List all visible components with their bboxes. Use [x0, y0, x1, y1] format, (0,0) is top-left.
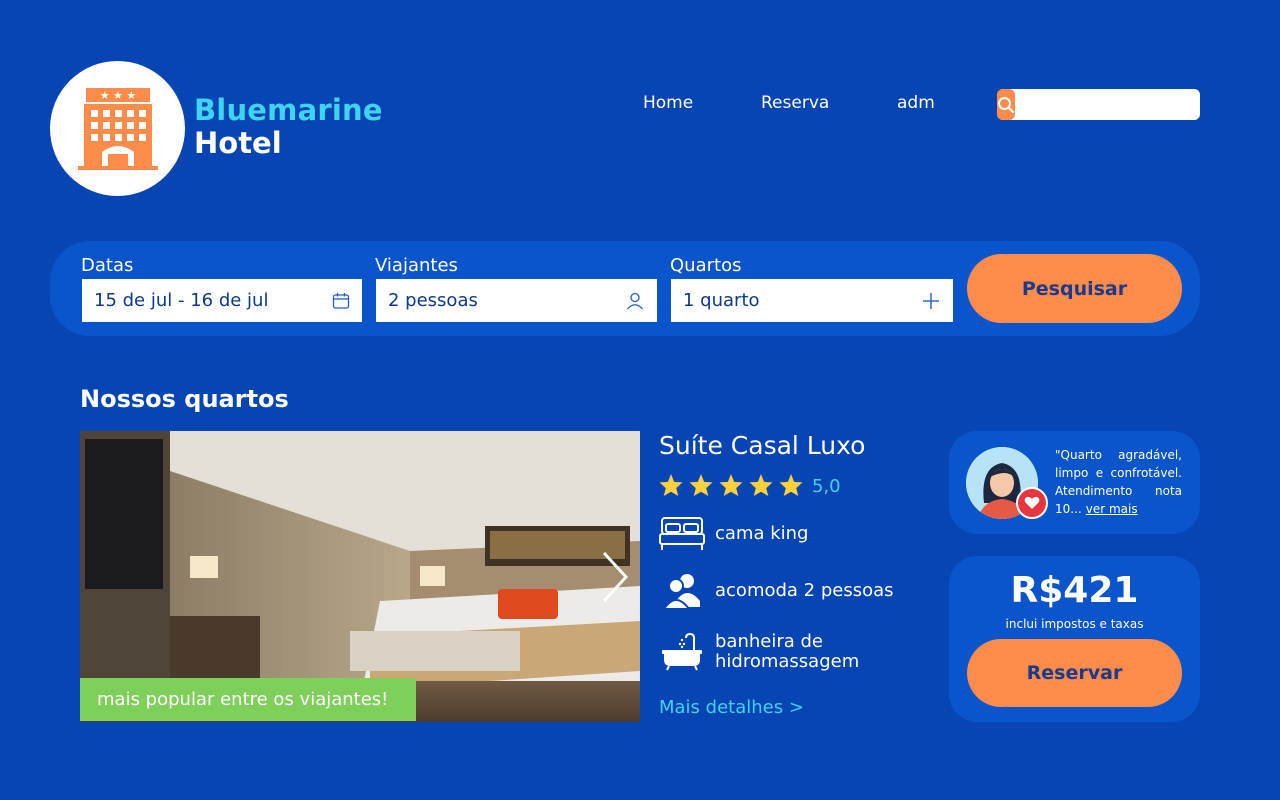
section-title: Nossos quartos [80, 385, 289, 413]
amenity-bathtub: banheira de hidromassagem [658, 632, 905, 672]
star-icon [689, 474, 713, 496]
more-details-link[interactable]: Mais detalhes > [659, 697, 804, 718]
dates-label: Datas [81, 255, 134, 276]
nav-adm[interactable]: adm [897, 93, 935, 113]
logo[interactable]: ★ ★ ★ [50, 61, 185, 196]
brand-line2: Hotel [194, 126, 282, 160]
heart-icon [1016, 487, 1048, 519]
nav-home[interactable]: Home [643, 93, 693, 113]
amenity-people-label: acomoda 2 pessoas [715, 580, 894, 601]
bed-icon [659, 517, 705, 550]
nav-reserva[interactable]: Reserva [761, 93, 829, 113]
svg-text:★ ★ ★: ★ ★ ★ [99, 89, 136, 102]
review-text: "Quarto agradável, limpo e confrotável. … [1055, 446, 1182, 518]
search-submit-button[interactable]: Pesquisar [967, 254, 1182, 323]
star-icon [659, 474, 683, 496]
search-icon [998, 96, 1015, 113]
price-value: R$421 [1010, 570, 1139, 611]
search-input[interactable] [1015, 89, 1200, 120]
brand-line1: Bluemarine [194, 93, 383, 127]
brand-name: Bluemarine Hotel [194, 94, 383, 160]
rating-value: 5,0 [812, 476, 841, 497]
dates-field[interactable]: 15 de jul - 16 de jul [82, 279, 362, 322]
plus-icon[interactable] [921, 291, 941, 311]
price-note: inclui impostos e taxas [1005, 617, 1144, 631]
bathtub-icon [662, 632, 702, 671]
travelers-value: 2 pessoas [388, 290, 478, 311]
reserve-button[interactable]: Reservar [967, 639, 1182, 707]
dates-value: 15 de jul - 16 de jul [94, 290, 269, 311]
amenity-people: acomoda 2 pessoas [658, 571, 894, 611]
calendar-icon [332, 292, 350, 309]
star-icon [749, 474, 773, 496]
amenity-bathtub-label: banheira de hidromassagem [715, 631, 860, 672]
star-icon [719, 474, 743, 496]
search-button[interactable] [997, 89, 1015, 120]
popular-badge: mais popular entre os viajantes! [80, 678, 416, 721]
chevron-right-icon[interactable] [600, 551, 630, 603]
travelers-field[interactable]: 2 pessoas [376, 279, 657, 322]
star-rating [658, 473, 804, 497]
see-more-link[interactable]: ver mais [1086, 502, 1138, 516]
amenity-bed: cama king [658, 516, 808, 552]
travelers-label: Viajantes [375, 255, 458, 276]
room-title: Suíte Casal Luxo [659, 431, 866, 460]
rooms-label: Quartos [670, 255, 742, 276]
hotel-building-icon: ★ ★ ★ [77, 87, 158, 170]
amenity-bed-label: cama king [715, 523, 809, 544]
star-icon [779, 474, 803, 496]
rooms-field[interactable]: 1 quarto [671, 279, 953, 322]
user-icon [627, 292, 643, 309]
people-icon [662, 574, 700, 610]
search-box [997, 89, 1200, 120]
rooms-value: 1 quarto [683, 290, 760, 311]
